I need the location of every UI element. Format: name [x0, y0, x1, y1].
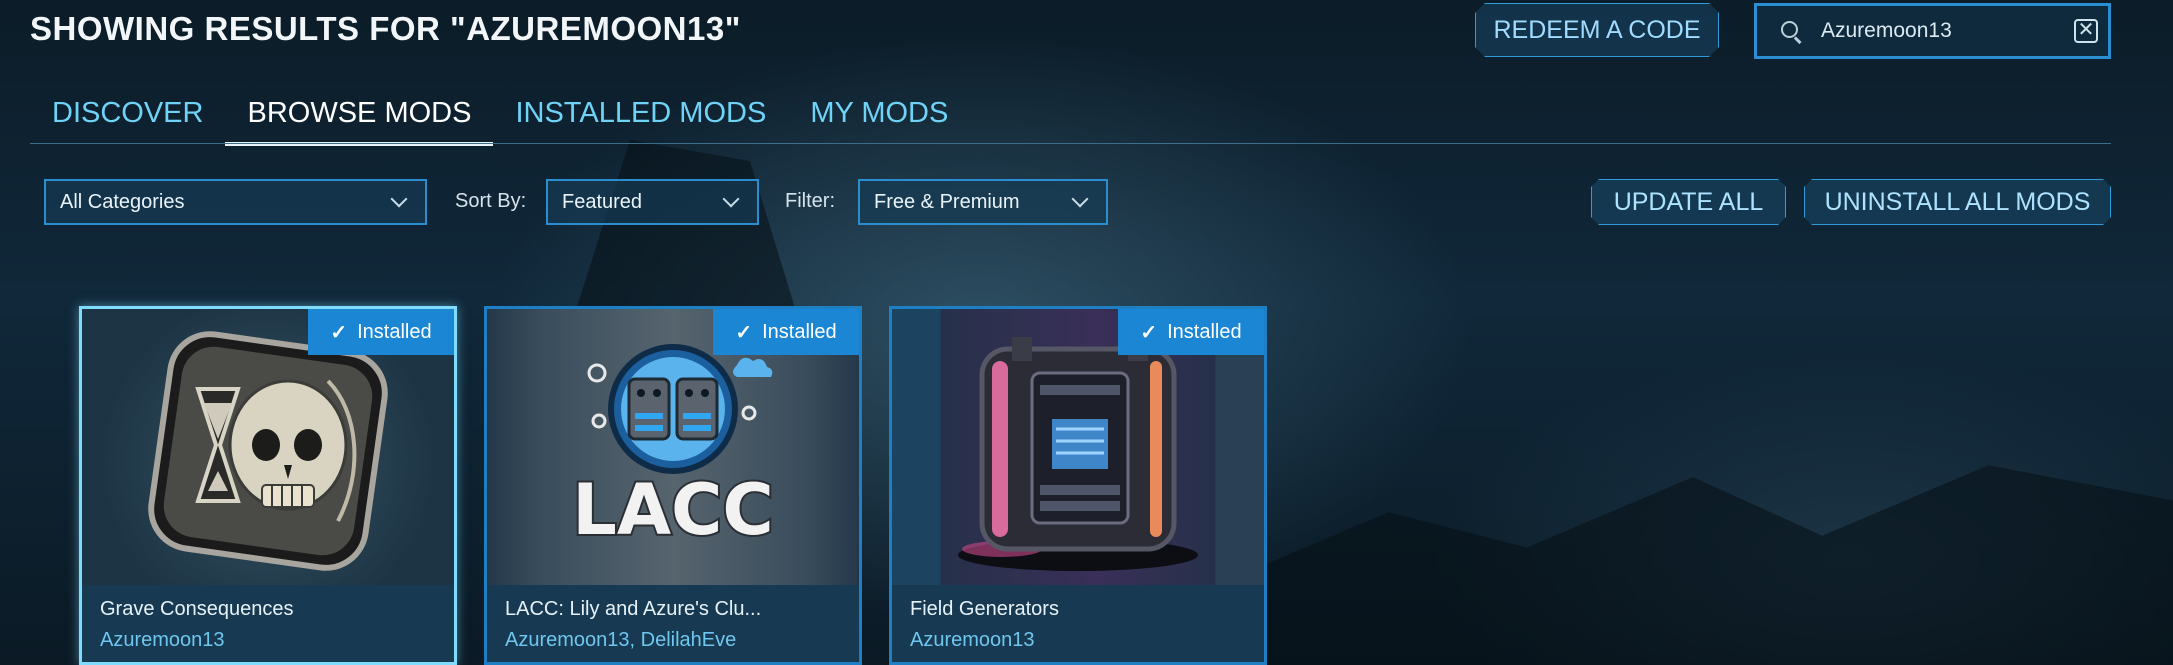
mod-card-info: Grave Consequences Azuremoon13 [82, 585, 454, 662]
filter-dropdown[interactable]: Free & Premium [858, 179, 1108, 225]
installed-badge: ✓ Installed [308, 309, 454, 355]
sort-by-label: Sort By: [455, 190, 527, 212]
mod-author[interactable]: Azuremoon13 [100, 629, 225, 652]
check-icon: ✓ [735, 321, 753, 344]
tab-discover[interactable]: DISCOVER [30, 90, 225, 146]
installed-badge: ✓ Installed [1118, 309, 1264, 355]
background-rock [1250, 465, 2173, 665]
tab-browse-mods[interactable]: BROWSE MODS [225, 90, 494, 146]
lacc-logo-text: LACC [572, 469, 774, 551]
mod-thumbnail: ✓ Installed [892, 309, 1264, 585]
mod-title: Field Generators [910, 598, 1059, 620]
search-box[interactable]: ✕ [1754, 3, 2111, 59]
sort-dropdown[interactable]: Featured [546, 179, 759, 225]
check-icon: ✓ [1140, 321, 1158, 344]
mod-card[interactable]: ✓ Installed Grave Consequences Azuremoon… [79, 306, 457, 665]
chevron-down-icon [1071, 190, 1089, 208]
installed-badge-label: Installed [762, 320, 837, 343]
update-all-button[interactable]: UPDATE ALL [1591, 179, 1786, 225]
tab-divider [30, 143, 2111, 144]
main-tabs: DISCOVER BROWSE MODS INSTALLED MODS MY M… [30, 90, 970, 146]
check-icon: ✓ [330, 321, 348, 344]
installed-badge-label: Installed [357, 320, 432, 343]
mod-card[interactable]: ✓ Installed Field Generators Azuremoon13 [889, 306, 1267, 665]
redeem-code-button[interactable]: REDEEM A CODE [1475, 3, 1719, 57]
mod-author[interactable]: Azuremoon13 [910, 629, 1035, 652]
installed-badge: ✓ Installed [713, 309, 859, 355]
mod-title: Grave Consequences [100, 598, 294, 620]
category-dropdown-value: All Categories [60, 190, 185, 213]
page-title: SHOWING RESULTS FOR "AZUREMOON13" [30, 10, 741, 47]
tab-installed-mods[interactable]: INSTALLED MODS [493, 90, 788, 146]
chevron-down-icon [390, 190, 408, 208]
category-dropdown[interactable]: All Categories [44, 179, 427, 225]
chevron-down-icon [722, 190, 740, 208]
mod-card[interactable]: LACC ✓ Installed LACC: Lily and Azure's … [484, 306, 862, 665]
mod-thumbnail: LACC ✓ Installed [487, 309, 859, 585]
installed-badge-label: Installed [1167, 320, 1242, 343]
search-input[interactable] [1819, 18, 2063, 44]
filter-label: Filter: [785, 190, 835, 212]
tab-my-mods[interactable]: MY MODS [788, 90, 970, 146]
mod-card-info: Field Generators Azuremoon13 [892, 585, 1264, 662]
mod-title: LACC: Lily and Azure's Clu... [505, 598, 762, 620]
sort-dropdown-value: Featured [562, 190, 643, 213]
search-icon [1771, 11, 1811, 51]
filter-dropdown-value: Free & Premium [874, 190, 1020, 213]
uninstall-all-mods-button[interactable]: UNINSTALL ALL MODS [1804, 179, 2111, 225]
mod-card-info: LACC: Lily and Azure's Clu... Azuremoon1… [487, 585, 859, 662]
clear-search-icon[interactable]: ✕ [2074, 19, 2098, 43]
mod-author[interactable]: Azuremoon13, DelilahEve [505, 629, 736, 652]
mod-thumbnail: ✓ Installed [82, 309, 454, 585]
